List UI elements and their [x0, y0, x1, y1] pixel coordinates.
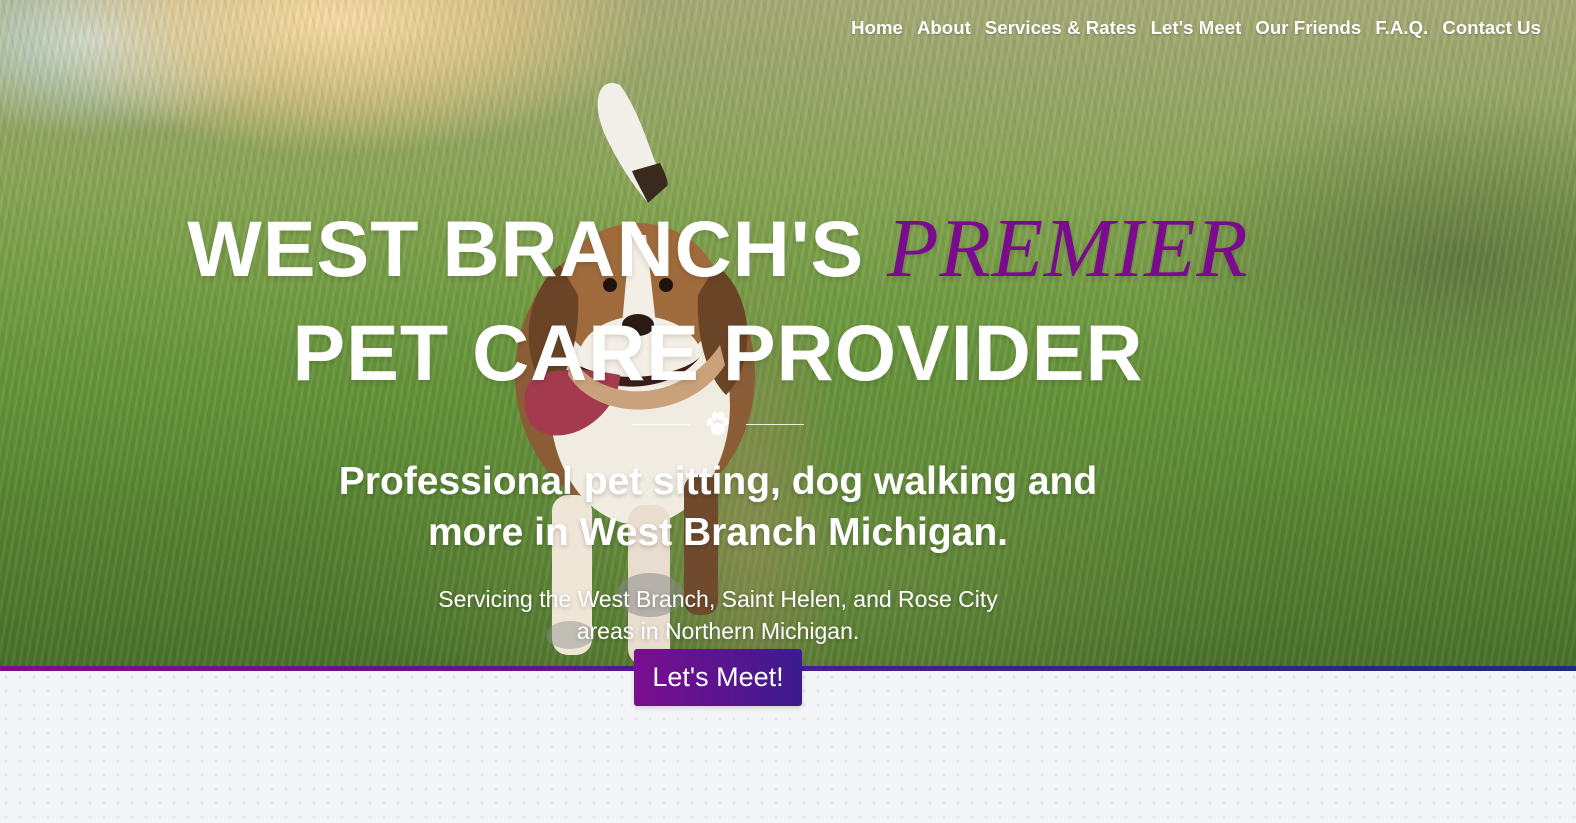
headline-divider	[632, 409, 804, 439]
nav-our-friends[interactable]: Our Friends	[1248, 15, 1368, 43]
nav-faq[interactable]: F.A.Q.	[1368, 15, 1435, 43]
paw-icon	[707, 411, 729, 435]
hero-tagline: Professional pet sitting, dog walking an…	[338, 460, 1098, 554]
main-navigation: Home About Services & Rates Let's Meet O…	[844, 15, 1548, 43]
lets-meet-button[interactable]: Let's Meet!	[634, 649, 802, 706]
divider-line-right	[746, 424, 804, 425]
nav-home[interactable]: Home	[844, 15, 910, 43]
nav-contact-us[interactable]: Contact Us	[1435, 15, 1548, 43]
nav-about[interactable]: About	[910, 15, 978, 43]
service-area-text: Servicing the West Branch, Saint Helen, …	[438, 586, 998, 644]
hero-section: Home About Services & Rates Let's Meet O…	[0, 0, 1576, 666]
headline-accent-premier: PREMIER	[887, 202, 1249, 295]
headline-line-2: PET CARE PROVIDER	[292, 308, 1144, 397]
divider-line-left	[632, 424, 690, 425]
nav-lets-meet[interactable]: Let's Meet	[1144, 15, 1249, 43]
headline-line-1: WEST BRANCH'S PREMIER	[187, 202, 1249, 295]
hero-headline: WEST BRANCH'S PREMIER PET CARE PROVIDER	[0, 197, 1436, 405]
nav-services-rates[interactable]: Services & Rates	[978, 15, 1144, 43]
headline-text-west-branch: WEST BRANCH'S	[187, 204, 888, 293]
